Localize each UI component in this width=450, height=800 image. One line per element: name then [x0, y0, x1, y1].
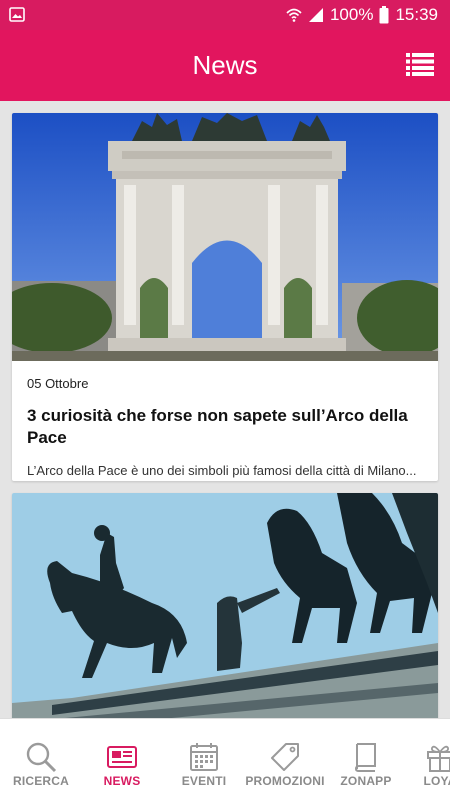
- statues-photo: [12, 493, 438, 718]
- news-card[interactable]: [12, 493, 438, 718]
- tag-icon: [271, 743, 299, 771]
- calendar-icon: [190, 743, 218, 771]
- gift-icon: [427, 745, 450, 772]
- wifi-icon: [286, 8, 302, 22]
- news-card[interactable]: 05 Ottobre 3 curiosità che forse non sap…: [12, 113, 438, 481]
- news-list[interactable]: 05 Ottobre 3 curiosità che forse non sap…: [0, 101, 450, 718]
- nav-item-news[interactable]: NEWS: [82, 719, 162, 800]
- article-title[interactable]: 3 curiosità che forse non sapete sull’Ar…: [27, 405, 423, 449]
- nav-label: ZONAPP: [340, 774, 392, 788]
- status-bar: 100% 15:39: [0, 0, 450, 30]
- article-date: 05 Ottobre: [27, 376, 89, 391]
- nav-item-loyalty[interactable]: LOYA: [400, 719, 450, 800]
- arch-photo: [12, 113, 438, 361]
- page-title: News: [192, 50, 258, 80]
- nav-item-eventi[interactable]: EVENTI: [164, 719, 244, 800]
- nav-label: NEWS: [103, 774, 141, 788]
- battery-percentage: 100%: [329, 5, 374, 24]
- article-excerpt: L’Arco della Pace è uno dei simboli più …: [27, 463, 417, 478]
- bottom-nav: RICERCA NEWS EVENTI PROMOZIONI ZONAPP LO…: [0, 718, 450, 800]
- nav-label: PROMOZIONI: [245, 774, 325, 788]
- signal-icon: [308, 8, 323, 22]
- search-icon: [26, 742, 57, 773]
- clock: 15:39: [395, 5, 438, 24]
- battery-icon: [379, 6, 389, 24]
- nav-item-ricerca[interactable]: RICERCA: [1, 719, 81, 800]
- book-icon: [354, 743, 376, 772]
- list-icon[interactable]: [406, 52, 434, 76]
- app-bar: News: [0, 30, 450, 101]
- nav-label: LOYA: [423, 774, 450, 788]
- nav-item-promozioni[interactable]: PROMOZIONI: [245, 719, 325, 800]
- nav-item-zonapp[interactable]: ZONAPP: [326, 719, 406, 800]
- nav-label: EVENTI: [181, 774, 227, 788]
- nav-label: RICERCA: [12, 774, 70, 788]
- image-icon: [9, 7, 25, 22]
- news-icon: [107, 746, 137, 768]
